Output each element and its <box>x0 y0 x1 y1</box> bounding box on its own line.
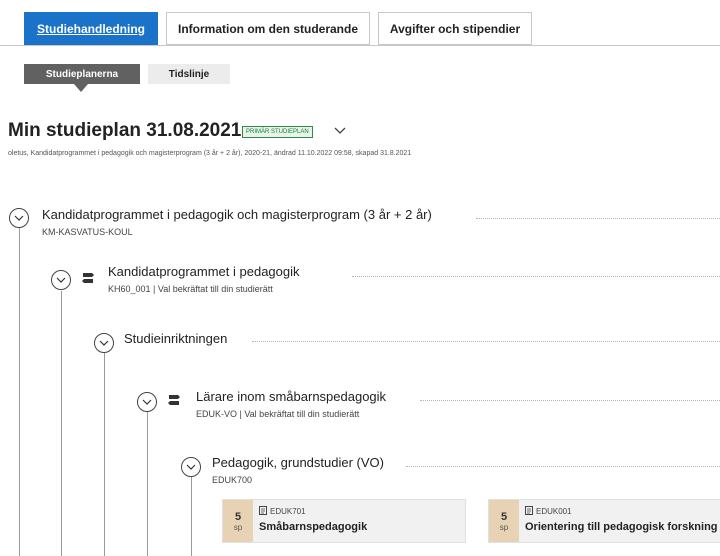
tree-node-code: KM-KASVATUS-KOUL <box>42 227 133 237</box>
tree-line-level-4 <box>191 476 192 556</box>
tree-line-level-3 <box>147 411 148 556</box>
page-title: Min studieplan 31.08.2021 <box>8 120 242 141</box>
tabs-divider <box>0 45 720 46</box>
tree-node-code: KH60_001 | Val bekräftat till din studie… <box>108 284 273 294</box>
plan-menu-chevron-icon[interactable] <box>334 124 346 138</box>
tree-line-level-2 <box>104 352 105 556</box>
tree-node-title[interactable]: Kandidatprogrammet i pedagogik <box>108 264 300 279</box>
document-icon <box>259 506 267 517</box>
active-subtab-caret <box>74 84 88 92</box>
subtab-studieplanerna[interactable]: Studieplanerna <box>24 64 140 84</box>
credits-value: 5 <box>234 510 242 523</box>
tree-node-dots <box>252 341 720 342</box>
tab-information[interactable]: Information om den studerande <box>166 12 370 45</box>
course-card[interactable]: 5 sp EDUK701 Småbarnspedagogik <box>222 499 466 543</box>
course-name: Småbarnspedagogik <box>259 521 368 533</box>
tab-studiehandledning[interactable]: Studiehandledning <box>24 12 158 46</box>
tree-node-code: EDUK700 <box>212 475 253 485</box>
collapse-button-level-0[interactable] <box>9 208 29 228</box>
tab-avgifter[interactable]: Avgifter och stipendier <box>378 12 532 45</box>
collapse-button-level-3[interactable] <box>137 392 157 412</box>
collapse-button-level-2[interactable] <box>94 333 114 353</box>
collapse-button-level-4[interactable] <box>181 457 201 477</box>
credits-unit: sp <box>233 522 243 532</box>
plan-metadata: oletus, Kandidatprogrammet i pedagogik o… <box>8 150 412 157</box>
tree-node-dots <box>420 400 720 401</box>
tree-node-title[interactable]: Pedagogik, grundstudier (VO) <box>212 455 384 470</box>
course-card[interactable]: 5 sp EDUK001 Orientering till pedagogisk… <box>488 499 720 543</box>
tree-node-dots <box>476 218 720 219</box>
tree-node-code: EDUK-VO | Val bekräftat till din studier… <box>196 409 360 419</box>
collapse-button-level-1[interactable] <box>51 270 71 290</box>
signpost-icon <box>80 270 96 289</box>
subtab-tidslinje[interactable]: Tidslinje <box>148 64 230 84</box>
tree-line-level-1 <box>61 291 62 556</box>
signpost-icon <box>166 392 182 411</box>
tree-node-dots <box>406 466 720 467</box>
tree-node-title[interactable]: Kandidatprogrammet i pedagogik och magis… <box>42 207 432 222</box>
document-icon <box>525 506 533 517</box>
main-tabs: Studiehandledning Information om den stu… <box>0 0 720 46</box>
credits-box: 5 sp <box>489 500 519 542</box>
credits-box: 5 sp <box>223 500 253 542</box>
course-code: EDUK001 <box>525 506 572 517</box>
tree-node-dots <box>352 276 720 277</box>
credits-value: 5 <box>500 510 508 523</box>
tree-line-level-0 <box>19 227 20 556</box>
tree-node-title[interactable]: Lärare inom småbarnspedagogik <box>196 389 386 404</box>
tree-node-title[interactable]: Studieinriktningen <box>124 331 227 346</box>
credits-unit: sp <box>499 522 509 532</box>
course-name: Orientering till pedagogisk forskning <box>525 521 718 533</box>
course-code: EDUK701 <box>259 506 306 517</box>
primary-plan-badge: PRIMÄR STUDIEPLAN <box>242 126 313 138</box>
